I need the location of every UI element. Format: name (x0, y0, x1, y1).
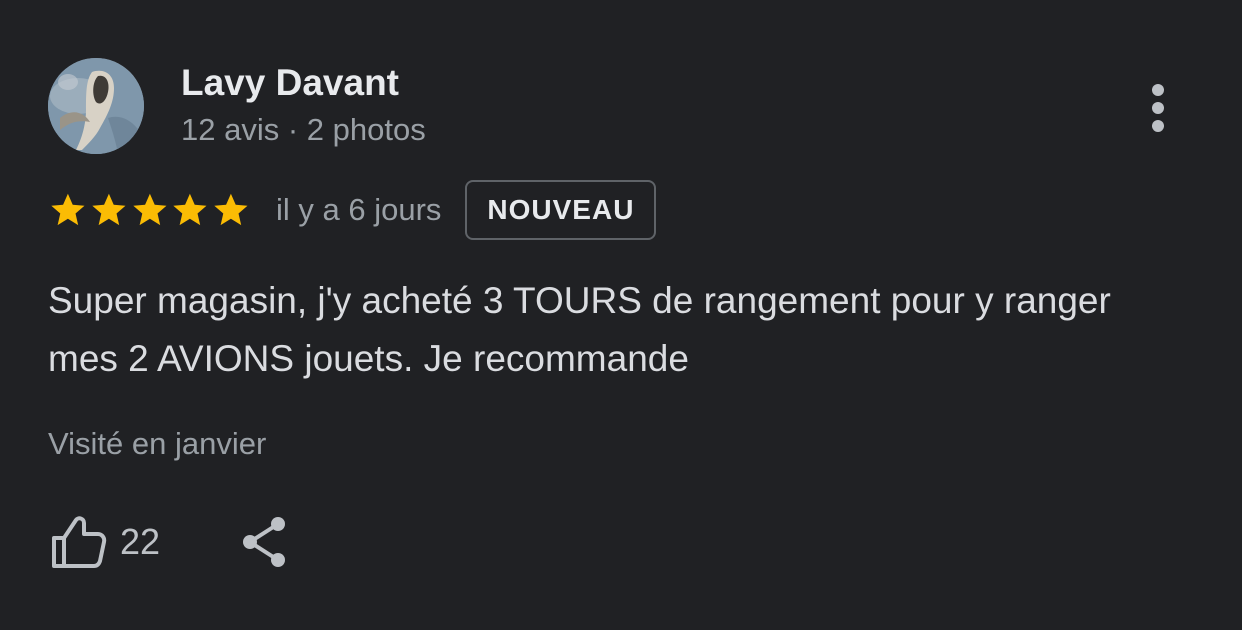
share-icon (243, 517, 286, 567)
like-button[interactable]: 22 (48, 514, 160, 570)
more-vert-icon-dot (1152, 102, 1164, 114)
more-options-button[interactable] (1134, 78, 1182, 138)
review-date: il y a 6 jours (276, 192, 442, 227)
like-count: 22 (120, 521, 161, 562)
review-actions: 22 (48, 510, 290, 574)
review-card: Lavy Davant 12 avis · 2 photos il y a 6 … (0, 0, 1242, 630)
new-badge: NOUVEAU (465, 180, 657, 240)
share-button[interactable] (238, 514, 290, 570)
star-icon (173, 193, 207, 226)
star-rating (48, 190, 252, 230)
more-vert-icon-dot (1152, 120, 1164, 132)
author-avatar[interactable] (48, 58, 144, 154)
more-vert-icon (1152, 84, 1164, 96)
rating-row: il y a 6 jours NOUVEAU (48, 178, 657, 242)
author-name[interactable]: Lavy Davant (181, 62, 399, 104)
avatar-photo (48, 58, 144, 154)
star-icon (132, 193, 167, 226)
star-icon (214, 193, 248, 226)
author-meta: 12 avis · 2 photos (181, 112, 426, 147)
star-icon (92, 193, 126, 226)
visited-date: Visité en janvier (48, 426, 267, 461)
star-icon (51, 193, 85, 226)
review-text: Super magasin, j'y acheté 3 TOURS de ran… (48, 280, 1111, 379)
thumbs-up-icon (52, 516, 107, 568)
